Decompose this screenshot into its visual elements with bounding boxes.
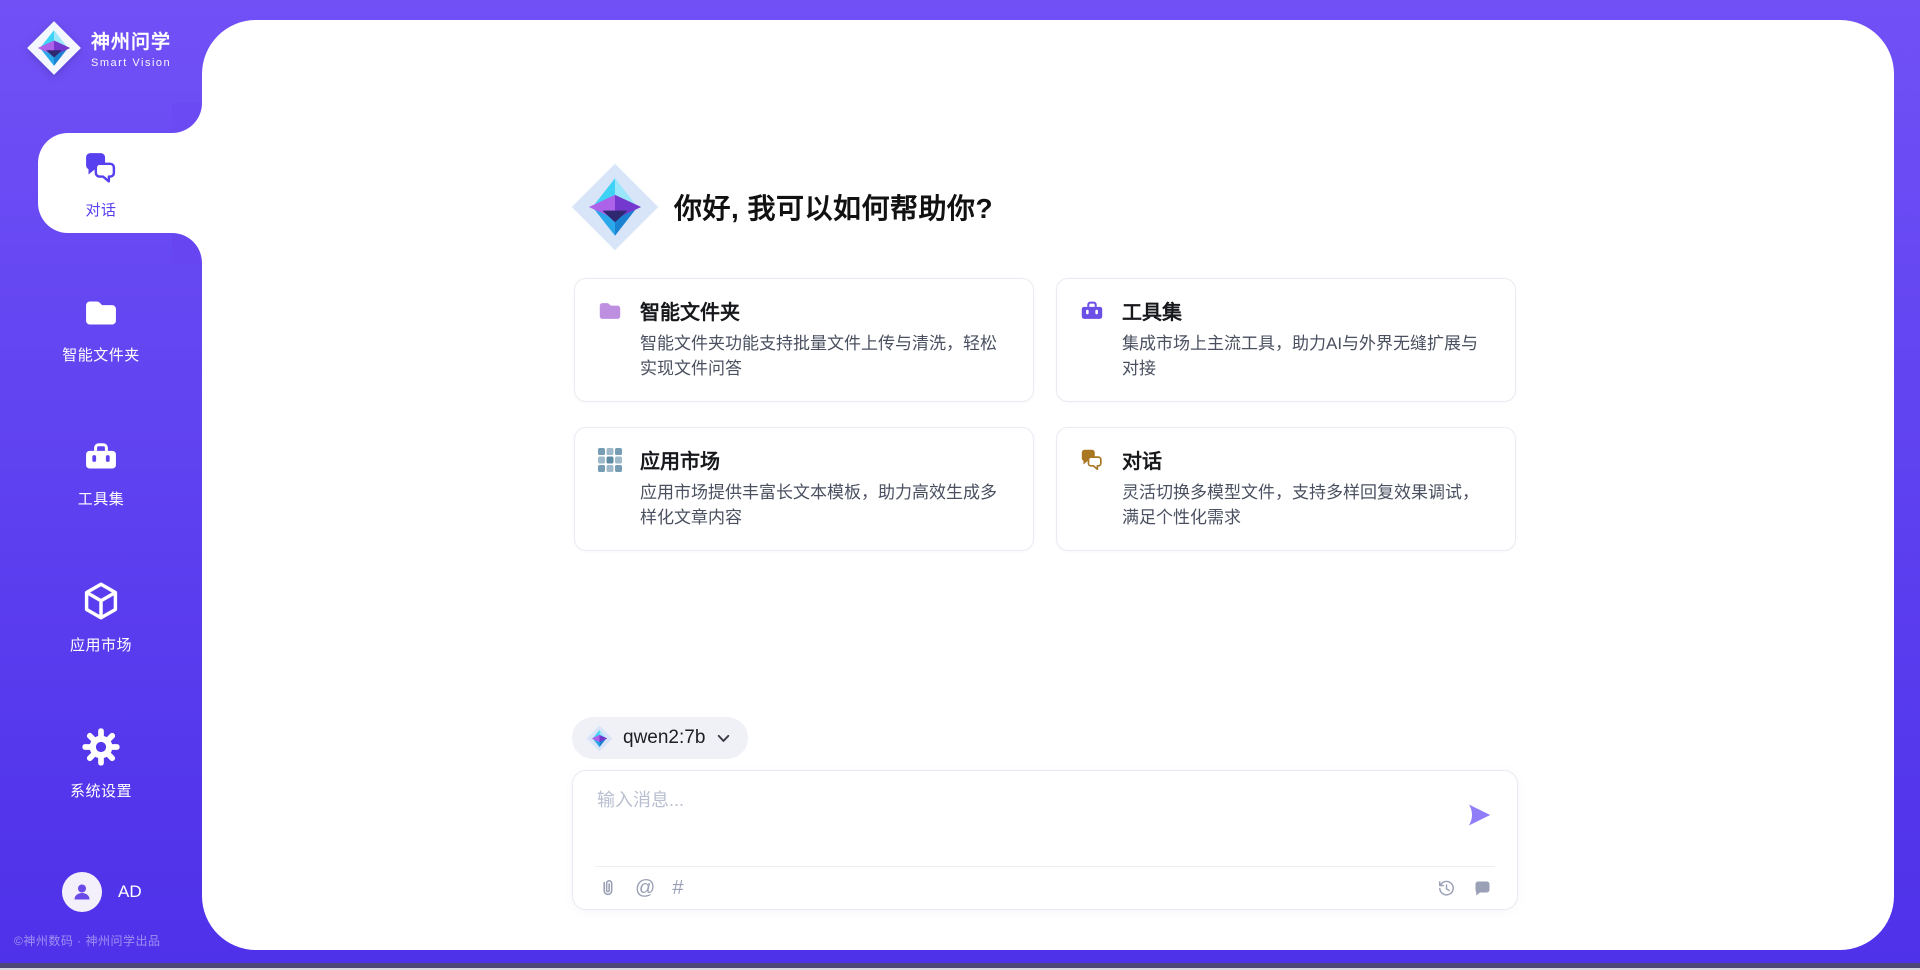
- grid-icon: [597, 447, 623, 473]
- sidebar-footer-credit: ©神州数码 · 神州问学出品: [14, 932, 161, 949]
- card-title: 智能文件夹: [640, 296, 740, 325]
- card-title: 应用市场: [640, 445, 720, 474]
- hash-icon: #: [672, 878, 683, 898]
- toolbox-icon: [1079, 298, 1105, 324]
- card-chat[interactable]: 对话 灵活切换多模型文件，支持多样回复效果调试，满足个性化需求: [1056, 427, 1516, 551]
- brand-logo-icon: [26, 20, 82, 76]
- chat-icon: [82, 149, 120, 187]
- composer-tools-left: @ #: [597, 878, 683, 899]
- send-button[interactable]: [1465, 801, 1493, 829]
- card-header: 对话: [1079, 445, 1495, 474]
- user-initials: AD: [118, 882, 142, 902]
- sidebar-item-toolset[interactable]: 工具集: [0, 438, 202, 509]
- card-header: 智能文件夹: [597, 296, 1013, 325]
- new-chat-button[interactable]: [1472, 878, 1493, 899]
- card-smart-folders[interactable]: 智能文件夹 智能文件夹功能支持批量文件上传与清洗，轻松实现文件问答: [574, 278, 1034, 402]
- gear-icon: [80, 726, 122, 768]
- user-account[interactable]: AD: [62, 872, 142, 912]
- avatar: [62, 872, 102, 912]
- composer-tools-right: [1436, 878, 1493, 899]
- chevron-down-icon: [715, 730, 732, 747]
- folder-icon: [80, 294, 122, 332]
- model-name: qwen2:7b: [623, 727, 705, 749]
- send-icon: [1465, 801, 1493, 829]
- card-description: 智能文件夹功能支持批量文件上传与清洗，轻松实现文件问答: [640, 331, 1013, 381]
- greeting: 你好, 我可以如何帮助你?: [570, 162, 993, 252]
- model-logo-icon: [586, 725, 613, 752]
- card-description: 灵活切换多模型文件，支持多样回复效果调试，满足个性化需求: [1122, 480, 1495, 530]
- sidebar-item-label: 系统设置: [0, 780, 202, 801]
- composer: @ #: [572, 770, 1518, 910]
- history-icon: [1436, 878, 1457, 899]
- main-panel: 你好, 我可以如何帮助你? 智能文件夹 智能文件夹功能支持批量文件上传与清洗，轻…: [202, 20, 1894, 950]
- avatar-person-icon: [71, 881, 93, 903]
- feature-cards: 智能文件夹 智能文件夹功能支持批量文件上传与清洗，轻松实现文件问答 工具集 集成…: [574, 278, 1516, 551]
- attach-button[interactable]: [597, 878, 618, 899]
- brand: 神州问学 Smart Vision: [26, 20, 171, 76]
- card-title: 对话: [1122, 445, 1162, 474]
- card-header: 应用市场: [597, 445, 1013, 474]
- brand-name: 神州问学: [91, 27, 171, 54]
- topic-button[interactable]: #: [672, 878, 683, 898]
- card-toolset[interactable]: 工具集 集成市场上主流工具，助力AI与外界无缝扩展与对接: [1056, 278, 1516, 402]
- card-app-market[interactable]: 应用市场 应用市场提供丰富长文本模板，助力高效生成多样化文章内容: [574, 427, 1034, 551]
- folder-icon: [597, 298, 623, 324]
- active-tab-flare-bottom: [172, 233, 202, 263]
- mention-icon: @: [635, 878, 655, 898]
- active-tab-flare-top: [172, 103, 202, 133]
- composer-toolbar: @ #: [597, 867, 1493, 909]
- chat-icon: [1079, 447, 1105, 473]
- card-description: 应用市场提供丰富长文本模板，助力高效生成多样化文章内容: [640, 480, 1013, 530]
- sidebar-item-settings[interactable]: 系统设置: [0, 726, 202, 801]
- mention-button[interactable]: @: [635, 878, 655, 898]
- attach-icon: [597, 878, 618, 899]
- toolbox-icon: [81, 438, 121, 476]
- card-header: 工具集: [1079, 296, 1495, 325]
- comment-icon: [1472, 878, 1493, 899]
- message-input[interactable]: [597, 786, 1437, 846]
- card-title: 工具集: [1122, 296, 1182, 325]
- model-selector[interactable]: qwen2:7b: [572, 717, 748, 759]
- brand-text: 神州问学 Smart Vision: [91, 27, 171, 69]
- history-button[interactable]: [1436, 878, 1457, 899]
- sidebar-item-smart-folders[interactable]: 智能文件夹: [0, 294, 202, 365]
- sidebar-item-app-market[interactable]: 应用市场: [0, 580, 202, 655]
- sidebar-item-chat[interactable]: 对话: [0, 149, 202, 220]
- sidebar-item-label: 对话: [0, 199, 202, 220]
- sidebar-item-label: 工具集: [0, 488, 202, 509]
- card-description: 集成市场上主流工具，助力AI与外界无缝扩展与对接: [1122, 331, 1495, 381]
- sidebar-item-label: 应用市场: [0, 634, 202, 655]
- sidebar-item-label: 智能文件夹: [0, 344, 202, 365]
- cube-icon: [80, 580, 122, 622]
- brand-subtitle: Smart Vision: [91, 57, 171, 69]
- sidebar: 神州问学 Smart Vision 对话 智能文件夹 工具集: [0, 0, 202, 970]
- greeting-title: 你好, 我可以如何帮助你?: [674, 187, 993, 227]
- assistant-logo-icon: [570, 162, 660, 252]
